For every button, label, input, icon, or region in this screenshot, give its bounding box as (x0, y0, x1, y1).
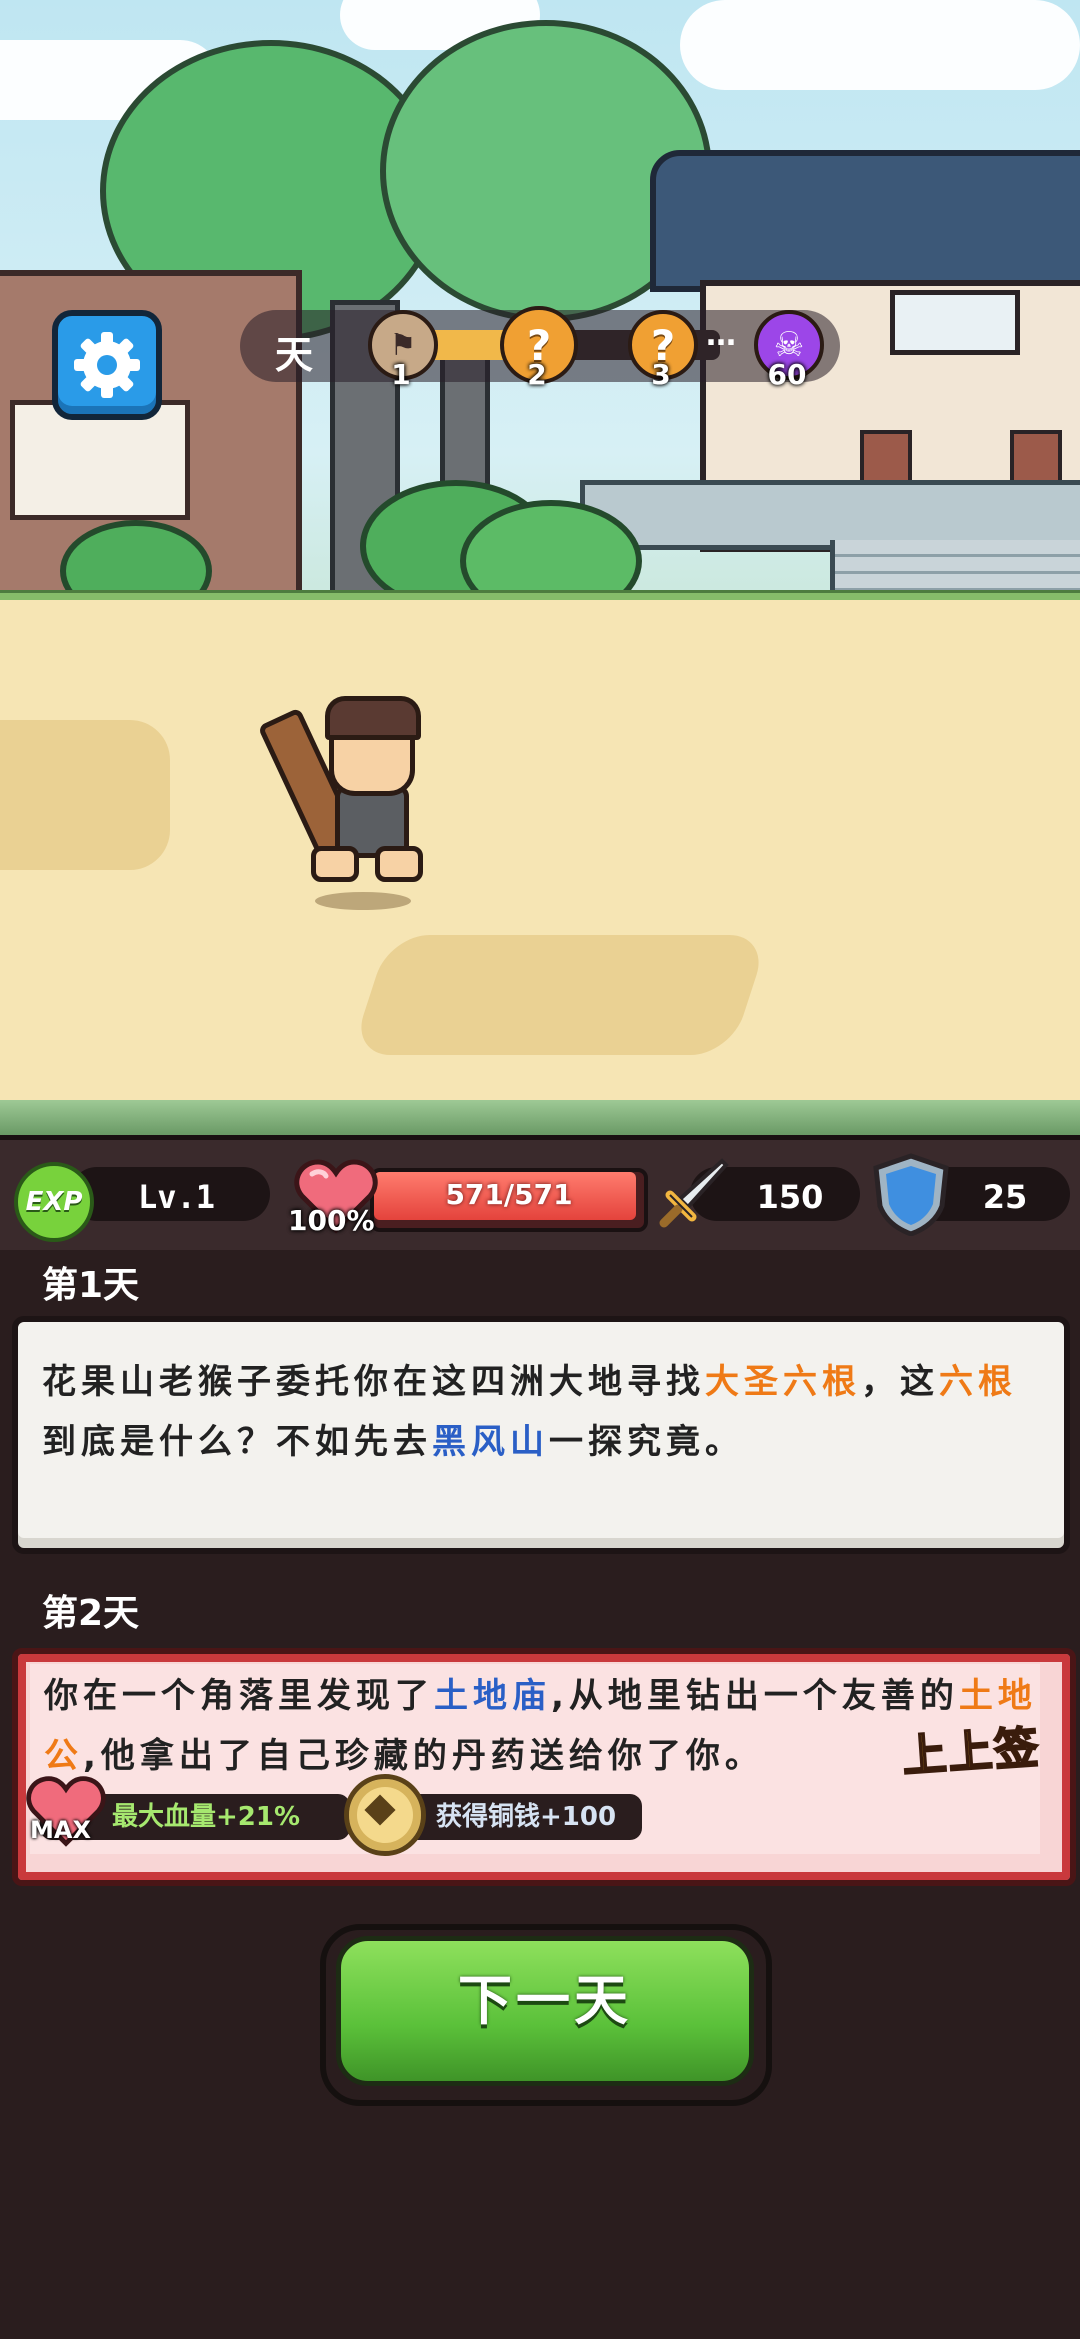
ground-patch (0, 720, 170, 870)
ground-patch (350, 935, 770, 1055)
story-text: ,他拿出了自己珍藏的丹药送给你了你。 (83, 1736, 764, 1776)
level-text: Lv.1 (138, 1178, 216, 1216)
hp-text: 571/571 (445, 1178, 573, 1211)
day-1-text: 花果山老猴子委托你在这四洲大地寻找大圣六根，这六根到底是什么？不如先去黑风山一探… (42, 1352, 1022, 1472)
day-label: 天 (274, 333, 313, 377)
next-day-button[interactable]: 下一天 (336, 1936, 754, 2086)
hp-percent: 100% (288, 1204, 375, 1237)
exp-badge-icon: EXP (14, 1162, 94, 1242)
temple-plaque (890, 290, 1020, 355)
game-scene (0, 0, 1080, 1135)
hero-leg (375, 846, 423, 882)
attack-value: 150 (756, 1178, 824, 1216)
story-text: 到底是什么？不如先去 (42, 1422, 432, 1462)
stage-number: 60 (767, 358, 807, 391)
story-text: 花果山老猴子委托你在这四洲大地寻找 (42, 1362, 705, 1402)
hero-character (257, 696, 445, 910)
hero-hair (325, 696, 421, 740)
progress-ellipsis: … (706, 318, 736, 353)
stage-number: 1 (391, 358, 411, 391)
luck-stamp: 上上签 (900, 1721, 1043, 1784)
sword-icon (659, 1158, 729, 1228)
hero-leg (311, 846, 359, 882)
ground-edge (0, 1100, 1080, 1135)
defense-value: 25 (982, 1178, 1028, 1216)
day-2-text: 你在一个角落里发现了土地庙,从地里钻出一个友善的土地公,他拿出了自己珍藏的丹药送… (44, 1666, 1044, 1786)
story-text: 你在一个角落里发现了 (44, 1676, 434, 1716)
story-text: ,从地里钻出一个友善的 (551, 1676, 959, 1716)
coin-icon (344, 1774, 426, 1856)
stage-number: 3 (651, 358, 671, 391)
shield-icon (873, 1153, 949, 1236)
gear-tooth (74, 359, 140, 371)
temple-roof (650, 150, 1080, 292)
gear-tooth (101, 332, 113, 398)
stage-number: 2 (527, 358, 547, 391)
highlight-keyword: 大圣六根 (705, 1362, 861, 1402)
highlight-keyword: 六根 (939, 1362, 1017, 1402)
gear-icon (74, 332, 140, 398)
day-1-title: 第1天 (42, 1265, 140, 1306)
story-text: 一探究竟。 (549, 1422, 744, 1462)
highlight-location: 黑风山 (432, 1422, 549, 1462)
story-text: ，这 (861, 1362, 939, 1402)
max-badge: MAX (30, 1816, 91, 1844)
highlight-location: 土地庙 (434, 1676, 551, 1716)
cloud (680, 0, 1080, 90)
settings-button[interactable] (52, 310, 162, 420)
hero-shadow (315, 892, 411, 910)
day-2-title: 第2天 (42, 1593, 140, 1634)
